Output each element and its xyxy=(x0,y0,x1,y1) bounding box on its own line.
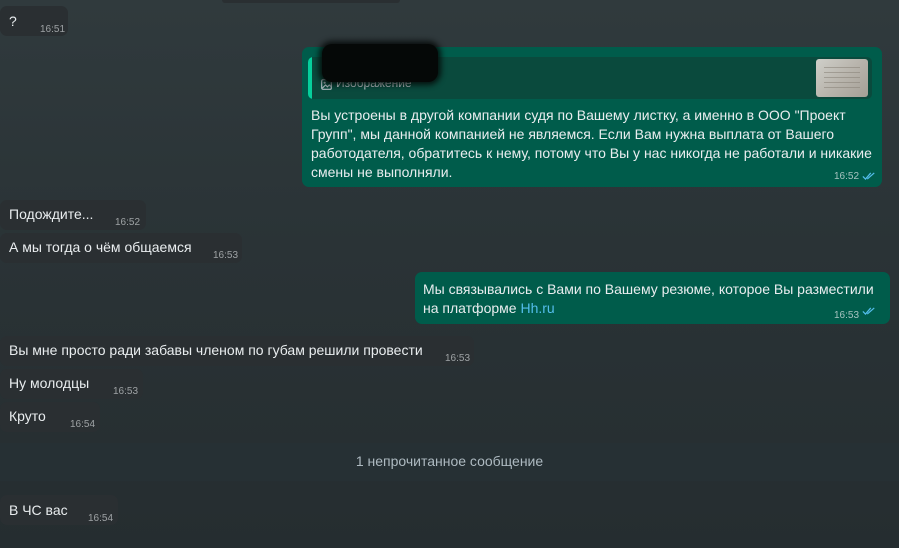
message-incoming[interactable]: Ну молодцы 16:53 xyxy=(0,369,143,399)
message-incoming[interactable]: В ЧС вас 16:54 xyxy=(0,495,118,525)
message-line: Вы устроены в другой компании судя по Ва… xyxy=(311,107,846,123)
message-text: Круто xyxy=(9,408,46,424)
message-text: Подождите... xyxy=(9,206,94,222)
message-time: 16:53 xyxy=(445,353,471,364)
message-line: на платформе Hh.ru xyxy=(423,298,555,318)
top-bubble-edge xyxy=(222,0,400,3)
double-check-icon xyxy=(862,172,875,180)
unread-banner-text: 1 непрочитанное сообщение xyxy=(355,453,544,469)
message-incoming[interactable]: Круто 16:54 xyxy=(0,402,100,432)
quote-thumbnail xyxy=(816,59,868,97)
message-incoming[interactable]: Вы мне просто ради забавы членом по губа… xyxy=(0,336,474,366)
quote-accent-bar xyxy=(308,57,312,99)
message-time: 16:53 xyxy=(213,250,239,261)
message-time: 16:54 xyxy=(70,419,96,430)
message-line-text: на платформе xyxy=(423,300,521,316)
message-line: работодателя, обратитесь к нему, потому … xyxy=(311,145,872,161)
message-time: 16:52 xyxy=(115,217,141,228)
message-time: 16:51 xyxy=(40,24,66,35)
message-line: Групп", мы данной компанией не являемся.… xyxy=(311,126,835,142)
message-text: Ну молодцы xyxy=(9,375,90,391)
message-text: А мы тогда о чём общаемся xyxy=(9,239,192,255)
message-time: 16:54 xyxy=(88,513,114,524)
message-time: 16:53 xyxy=(834,310,860,321)
message-text: Вы мне просто ради забавы членом по губа… xyxy=(9,342,423,358)
message-line: Мы связывались с Вами по Вашему резюме, … xyxy=(423,281,874,297)
double-check-icon xyxy=(862,307,875,315)
message-time: 16:53 xyxy=(113,386,139,397)
message-link[interactable]: Hh.ru xyxy=(520,300,554,316)
message-outgoing[interactable]: Мы связывались с Вами по Вашему резюме, … xyxy=(415,272,890,324)
message-incoming[interactable]: А мы тогда о чём общаемся 16:53 xyxy=(0,233,242,263)
message-incoming[interactable]: Подождите... 16:52 xyxy=(0,200,146,230)
message-text: В ЧС вас xyxy=(9,502,68,518)
redaction-mark xyxy=(322,44,438,82)
unread-messages-divider: 1 непрочитанное сообщение xyxy=(0,443,899,481)
message-text: ? xyxy=(9,13,17,29)
message-line: смены не выполняли. xyxy=(311,164,453,180)
message-time: 16:52 xyxy=(834,171,860,182)
message-incoming[interactable]: ? 16:51 xyxy=(0,6,68,36)
